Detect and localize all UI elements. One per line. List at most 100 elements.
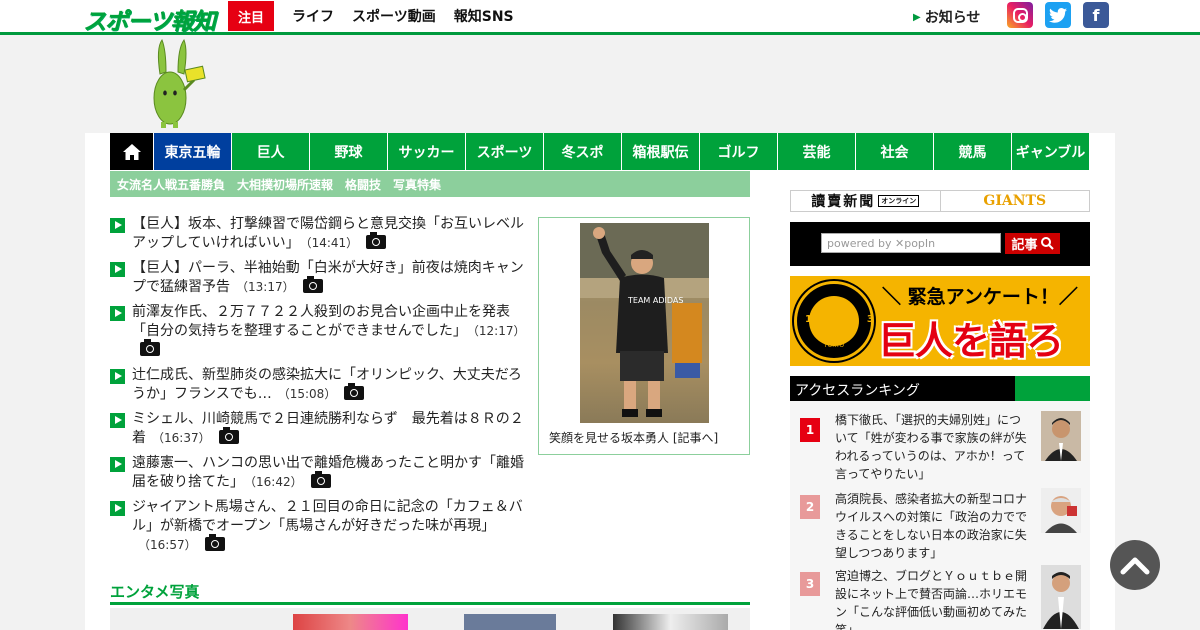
- camera-icon: [310, 471, 331, 488]
- yomiuri-giants-banner[interactable]: 讀賣新聞 オンライン GIANTS: [790, 190, 1090, 212]
- ranking-thumbnail[interactable]: [1041, 411, 1081, 461]
- search-input[interactable]: powered by ✕popIn: [821, 233, 1001, 253]
- news-title[interactable]: 前澤友作氏、２万７７２２人殺到のお見合い企画中止を発表「自分の気持ちを整理するこ…: [132, 304, 510, 339]
- online-badge: オンライン: [878, 195, 920, 207]
- ranking-text[interactable]: 宮迫博之、ブログとＹｏｕｔｂｅ開設にネット上で賛否両論…ホリエモン「こんな評価低…: [835, 567, 1030, 630]
- ranking-text[interactable]: 高須院長、感染者拡大の新型コロナウイルスへの対策に「政治の力でできることをしない…: [835, 490, 1030, 562]
- ranking-title: アクセスランキング: [795, 383, 920, 399]
- category-giants[interactable]: 巨人: [231, 133, 309, 170]
- yomiuri-online-link[interactable]: 讀賣新聞 オンライン: [791, 191, 941, 211]
- play-arrow-icon: [110, 262, 125, 277]
- giants-link[interactable]: GIANTS: [941, 191, 1090, 211]
- banner-title: ＼ 緊急アンケート！／: [882, 286, 1078, 308]
- instagram-icon[interactable]: [1007, 2, 1033, 28]
- nav-link-sports-video[interactable]: スポーツ動画: [352, 6, 436, 26]
- camera-icon: [302, 276, 323, 293]
- rank-number: 1: [800, 418, 820, 442]
- news-time: （16:57）: [138, 538, 197, 552]
- camera-icon: [344, 383, 365, 400]
- rank-number: 2: [800, 495, 820, 519]
- camera-icon: [218, 427, 239, 444]
- category-entertainment[interactable]: 芸能: [777, 133, 855, 170]
- subnav-link-photo-feature[interactable]: 写真特集: [393, 176, 441, 193]
- category-golf[interactable]: ゴルフ: [699, 133, 777, 170]
- entame-heading-label: エンタメ写真: [110, 583, 200, 601]
- news-list: 【巨人】坂本、打撃練習で陽岱鋼らと意見交換「お互いレベルアップしていければいい」…: [110, 215, 530, 561]
- search-button-label: 記事: [1011, 238, 1038, 253]
- play-arrow-icon: [110, 413, 125, 428]
- category-horse-racing[interactable]: 競馬: [933, 133, 1011, 170]
- year-left: 19: [805, 314, 867, 325]
- news-item[interactable]: 遠藤憲一、ハンコの思い出で離婚危機あったこと明かす「離婚届を破り捨てた」 （16:…: [110, 454, 530, 492]
- subnav-link-sumo[interactable]: 大相撲初場所速報: [237, 176, 333, 193]
- news-item[interactable]: 【巨人】パーラ、半袖始動「白米が大好き」前夜は焼肉キャンプで猛練習予告 （13:1…: [110, 259, 530, 297]
- category-society[interactable]: 社会: [855, 133, 933, 170]
- mascot-character-icon: [153, 38, 206, 128]
- camera-icon: [204, 534, 225, 551]
- thumbnail-image[interactable]: [464, 614, 556, 630]
- site-logo[interactable]: スポーツ報知: [83, 2, 216, 35]
- triangle-right-icon: ▶: [913, 12, 921, 23]
- news-title[interactable]: 【巨人】パーラ、半袖始動「白米が大好き」前夜は焼肉キャンプで猛練習予告: [132, 260, 524, 295]
- nav-link-sns[interactable]: 報知SNS: [454, 6, 514, 26]
- category-sports[interactable]: スポーツ: [465, 133, 543, 170]
- news-time: （16:37）: [152, 431, 211, 445]
- news-time: （16:42）: [250, 475, 303, 489]
- subnav-link-women-meijin[interactable]: 女流名人戦五番勝負: [117, 176, 225, 193]
- category-winter-sports[interactable]: 冬スポ: [543, 133, 621, 170]
- featured-photo-caption[interactable]: 笑顔を見せる坂本勇人 [記事へ]: [549, 429, 718, 446]
- play-arrow-icon: [110, 306, 125, 321]
- giants-logo-city: TOKYO: [823, 342, 845, 349]
- top-nav: 注目 ライフ スポーツ動画 報知SNS: [228, 1, 514, 31]
- category-gambling[interactable]: ギャンブル: [1011, 133, 1089, 170]
- rank-number: 3: [800, 572, 820, 596]
- news-item[interactable]: 【巨人】坂本、打撃練習で陽岱鋼らと意見交換「お互いレベルアップしていければいい」…: [110, 215, 530, 253]
- news-item[interactable]: 前澤友作氏、２万７７２２人殺到のお見合い企画中止を発表「自分の気持ちを整理するこ…: [110, 303, 530, 360]
- play-arrow-icon: [110, 501, 125, 516]
- nav-link-life[interactable]: ライフ: [292, 6, 334, 26]
- news-time: （15:08）: [277, 387, 337, 401]
- chevron-up-icon: [1120, 557, 1150, 575]
- ranking-thumbnail[interactable]: [1041, 488, 1081, 533]
- news-item[interactable]: ジャイアント馬場さん、２１回目の命日に記念の「カフェ＆バル」が新橋でオープン「馬…: [110, 498, 530, 555]
- ranking-thumbnail[interactable]: [1041, 565, 1081, 629]
- camera-icon: [140, 339, 160, 356]
- sub-nav: 女流名人戦五番勝負 大相撲初場所速報 格闘技 写真特集: [110, 171, 750, 197]
- play-arrow-icon: [110, 457, 125, 472]
- notice-label: お知らせ: [924, 10, 981, 26]
- news-item[interactable]: 辻仁成氏、新型肺炎の感染拡大に「オリンピック、大丈夫だろうか」フランスでも… （1…: [110, 366, 530, 404]
- ranking-header-accent: [1015, 376, 1090, 401]
- thumbnail-image[interactable]: [613, 614, 728, 630]
- notice-link[interactable]: ▶ お知らせ: [913, 7, 980, 27]
- featured-photo[interactable]: TEAM ADIDAS: [580, 223, 709, 423]
- play-arrow-icon: [110, 369, 125, 384]
- giants-logo-icon: 1934 TOKYO: [794, 281, 905, 361]
- category-hakone-ekiden[interactable]: 箱根駅伝: [621, 133, 699, 170]
- hot-topics-button[interactable]: 注目: [228, 1, 274, 31]
- search-box: powered by ✕popIn 記事: [790, 222, 1090, 266]
- category-baseball[interactable]: 野球: [309, 133, 387, 170]
- featured-photo-card[interactable]: TEAM ADIDAS 笑顔を見せる坂本勇人 [記事へ]: [538, 217, 750, 455]
- thumbnail-image[interactable]: [293, 614, 408, 630]
- ranking-header: アクセスランキング: [790, 376, 1090, 401]
- yomiuri-label: 讀賣新聞: [811, 194, 876, 210]
- news-item[interactable]: ミシェル、川崎競馬で２日連続勝利ならず 最先着は８Ｒの２着 （16:37）: [110, 410, 530, 448]
- twitter-icon[interactable]: [1045, 2, 1071, 28]
- play-arrow-icon: [110, 218, 125, 233]
- entame-photo-heading: エンタメ写真: [110, 581, 750, 605]
- search-button[interactable]: 記事: [1005, 233, 1060, 254]
- scroll-to-top-button[interactable]: [1110, 540, 1160, 590]
- banner-slogan: 巨人を語ろう: [878, 319, 1064, 363]
- news-title[interactable]: ジャイアント馬場さん、２１回目の命日に記念の「カフェ＆バル」が新橋でオープン「馬…: [132, 499, 523, 534]
- home-button[interactable]: [110, 133, 153, 170]
- survey-banner[interactable]: 1934 TOKYO ＼ 緊急アンケート！／ 巨人を語ろう: [790, 276, 1090, 366]
- category-tokyo-olympics[interactable]: 東京五輪: [153, 133, 231, 170]
- shirt-text: TEAM ADIDAS: [627, 296, 683, 305]
- subnav-link-martial-arts[interactable]: 格闘技: [345, 176, 381, 193]
- home-icon: [122, 143, 141, 160]
- category-soccer[interactable]: サッカー: [387, 133, 465, 170]
- facebook-icon[interactable]: f: [1083, 2, 1109, 28]
- search-icon: [1040, 237, 1054, 250]
- ranking-text[interactable]: 橋下徹氏、「選択的夫婦別姓」について「姓が変わる事で家族の絆が失われるっていうの…: [835, 411, 1030, 483]
- camera-icon: [366, 232, 387, 249]
